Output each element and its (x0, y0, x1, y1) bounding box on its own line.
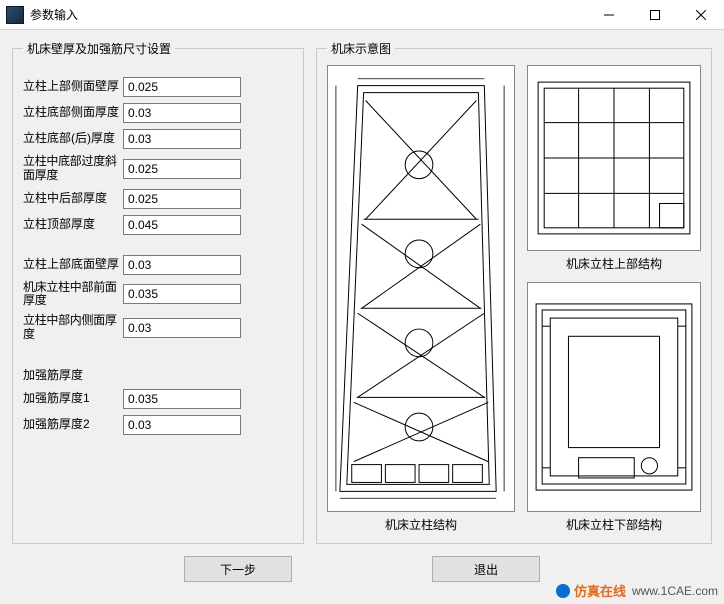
window-title: 参数输入 (30, 6, 586, 23)
close-button[interactable] (678, 0, 724, 29)
input-f8[interactable] (123, 284, 241, 304)
label-f6: 立柱顶部厚度 (23, 218, 123, 232)
diagram-top (527, 65, 701, 251)
input-f7[interactable] (123, 255, 241, 275)
next-button[interactable]: 下一步 (184, 556, 292, 582)
label-f9: 立柱中部内侧面厚度 (23, 314, 123, 342)
label-f3: 立柱底部(后)厚度 (23, 132, 123, 146)
fieldset-thickness: 机床壁厚及加强筋尺寸设置 立柱上部侧面壁厚 立柱底部侧面厚度 立柱底部(后)厚度… (12, 40, 304, 544)
label-f4: 立柱中底部过度斜面厚度 (23, 155, 123, 183)
caption-bottom: 机床立柱下部结构 (527, 512, 701, 533)
label-r1: 加强筋厚度1 (23, 392, 123, 406)
input-f9[interactable] (123, 318, 241, 338)
label-f1: 立柱上部侧面壁厚 (23, 80, 123, 94)
input-f2[interactable] (123, 103, 241, 123)
watermark: 仿真在线 www.1CAE.com (556, 581, 718, 600)
app-icon (6, 6, 24, 24)
watermark-brand: 仿真在线 (574, 581, 626, 600)
watermark-url: www.1CAE.com (632, 584, 718, 598)
maximize-button[interactable] (632, 0, 678, 29)
label-f2: 立柱底部侧面厚度 (23, 106, 123, 120)
exit-button[interactable]: 退出 (432, 556, 540, 582)
caption-main: 机床立柱结构 (327, 512, 515, 533)
fieldset-thickness-legend: 机床壁厚及加强筋尺寸设置 (23, 40, 175, 57)
client-area: 机床壁厚及加强筋尺寸设置 立柱上部侧面壁厚 立柱底部侧面厚度 立柱底部(后)厚度… (0, 30, 724, 604)
input-r1[interactable] (123, 389, 241, 409)
input-f5[interactable] (123, 189, 241, 209)
input-f1[interactable] (123, 77, 241, 97)
diagram-bottom (527, 282, 701, 512)
label-f5: 立柱中后部厚度 (23, 192, 123, 206)
watermark-icon (556, 584, 570, 598)
window-controls (586, 0, 724, 29)
fieldset-diagram-legend: 机床示意图 (327, 40, 395, 57)
diagram-main (327, 65, 515, 512)
input-f4[interactable] (123, 159, 241, 179)
input-f6[interactable] (123, 215, 241, 235)
input-r2[interactable] (123, 415, 241, 435)
fieldset-diagram: 机床示意图 (316, 40, 712, 544)
input-f3[interactable] (123, 129, 241, 149)
label-r2: 加强筋厚度2 (23, 418, 123, 432)
label-f7: 立柱上部底面壁厚 (23, 258, 123, 272)
titlebar: 参数输入 (0, 0, 724, 30)
label-f8: 机床立柱中部前面厚度 (23, 281, 123, 309)
minimize-button[interactable] (586, 0, 632, 29)
rib-section-title: 加强筋厚度 (23, 366, 293, 383)
caption-top: 机床立柱上部结构 (527, 251, 701, 272)
